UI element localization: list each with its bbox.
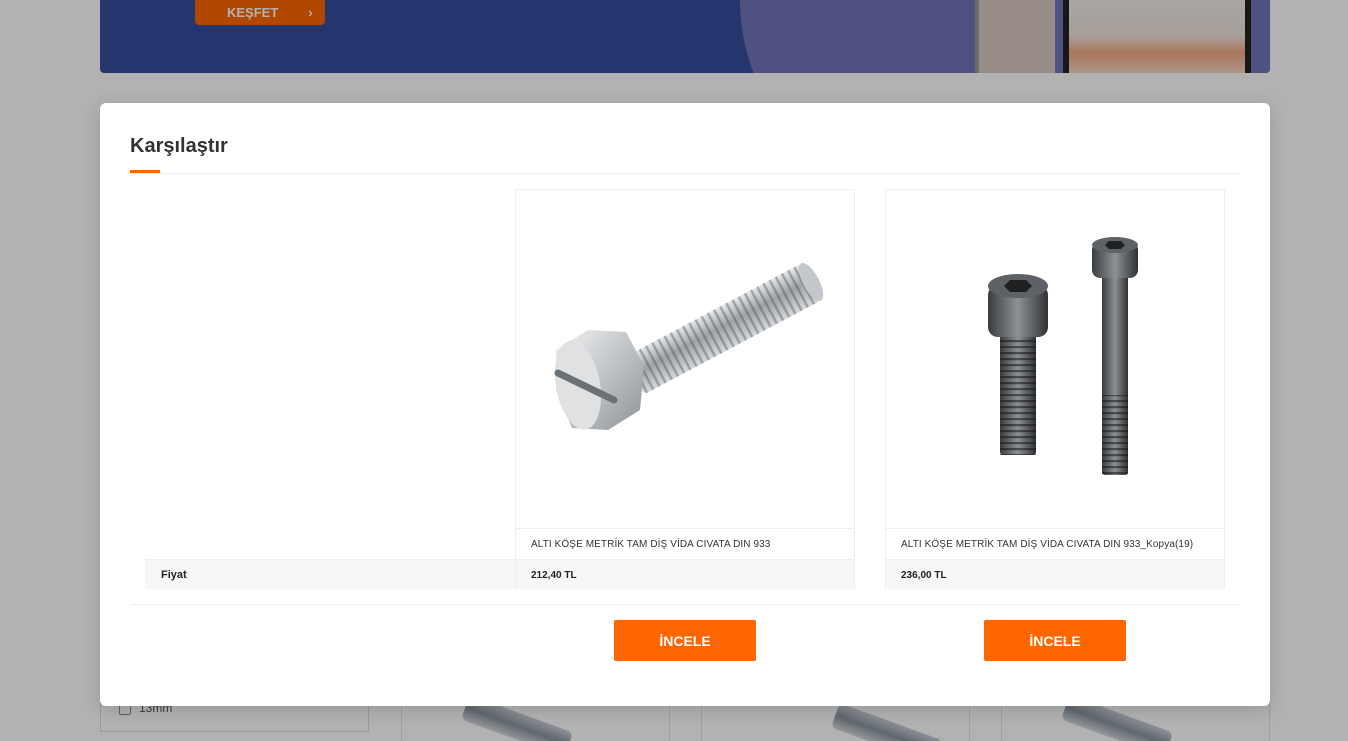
product-name: ALTI KÖŞE METRİK TAM DİŞ VİDA CIVATA DIN… [886, 528, 1224, 559]
product-image [516, 190, 854, 528]
incele-button[interactable]: İNCELE [984, 620, 1126, 661]
product-price: 212,40 TL [516, 559, 854, 589]
product-name: ALTI KÖŞE METRİK TAM DİŞ VİDA CIVATA DIN… [516, 528, 854, 559]
price-row-label: Fiyat [145, 559, 515, 589]
footer-divider [130, 604, 1240, 605]
modal-title: Karşılaştır [130, 135, 228, 157]
compare-product-1: ALTI KÖŞE METRİK TAM DİŞ VİDA CIVATA DIN… [515, 189, 855, 589]
price-label: Fiyat [161, 569, 187, 581]
product-image [886, 190, 1224, 528]
product-price: 236,00 TL [886, 559, 1224, 589]
title-divider [130, 173, 1240, 174]
slotted-hex-bolt-image [554, 262, 824, 430]
socket-head-cap-screws-image [988, 237, 1138, 475]
incele-button[interactable]: İNCELE [614, 620, 756, 661]
compare-product-2: ALTI KÖŞE METRİK TAM DİŞ VİDA CIVATA DIN… [885, 189, 1225, 589]
title-accent-underline [130, 170, 160, 173]
compare-modal: Karşılaştır Fiyat ALTI KÖŞE METRİK TAM D… [100, 103, 1270, 706]
